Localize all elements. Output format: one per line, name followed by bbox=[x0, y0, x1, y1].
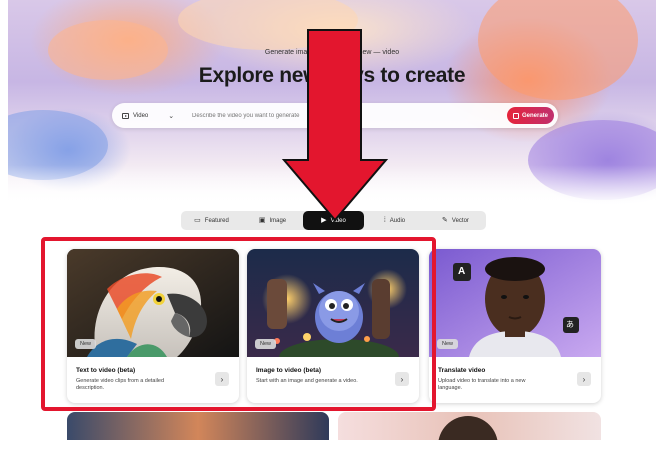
annotation-arrow bbox=[281, 29, 389, 222]
screenshot-frame: Generate images, text, audio, new — vide… bbox=[0, 0, 664, 461]
